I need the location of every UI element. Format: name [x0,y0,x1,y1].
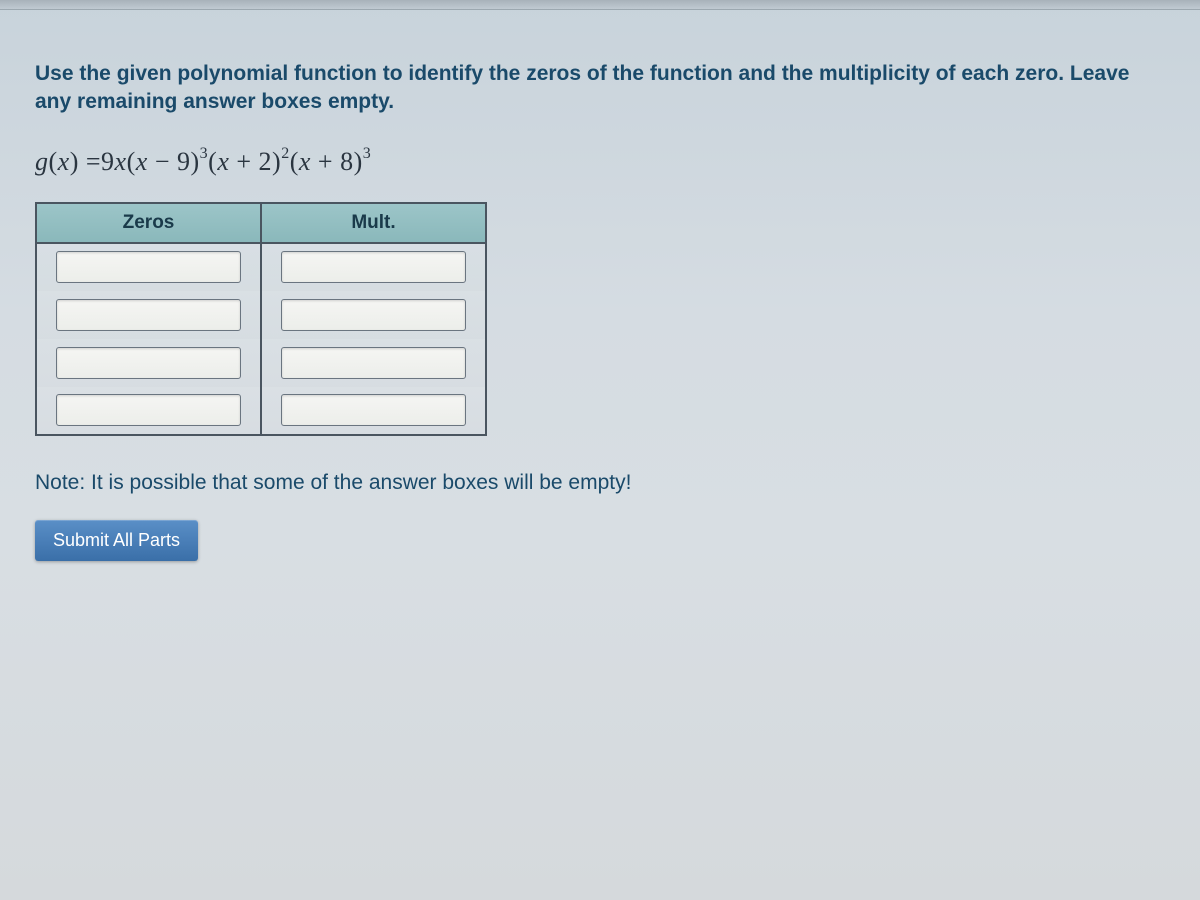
table-row [36,291,486,339]
mult-input-1[interactable] [281,251,466,283]
answer-table-container: Zeros Mult. [35,202,1165,436]
mult-input-2[interactable] [281,299,466,331]
zero-input-4[interactable] [56,394,241,426]
header-zeros: Zeros [36,203,261,243]
zero-input-2[interactable] [56,299,241,331]
table-row [36,387,486,435]
polynomial-equation: g(x) =9x(x − 9)3(x + 2)2(x + 8)3 [35,147,1165,177]
header-mult: Mult. [261,203,486,243]
question-instructions: Use the given polynomial function to ide… [35,60,1165,117]
table-row [36,339,486,387]
table-row [36,243,486,291]
zeros-multiplicity-table: Zeros Mult. [35,202,487,436]
mult-input-3[interactable] [281,347,466,379]
question-note: Note: It is possible that some of the an… [35,471,1165,495]
window-top-bar [0,0,1200,10]
zero-input-1[interactable] [56,251,241,283]
zero-input-3[interactable] [56,347,241,379]
mult-input-4[interactable] [281,394,466,426]
submit-button[interactable]: Submit All Parts [35,520,198,561]
